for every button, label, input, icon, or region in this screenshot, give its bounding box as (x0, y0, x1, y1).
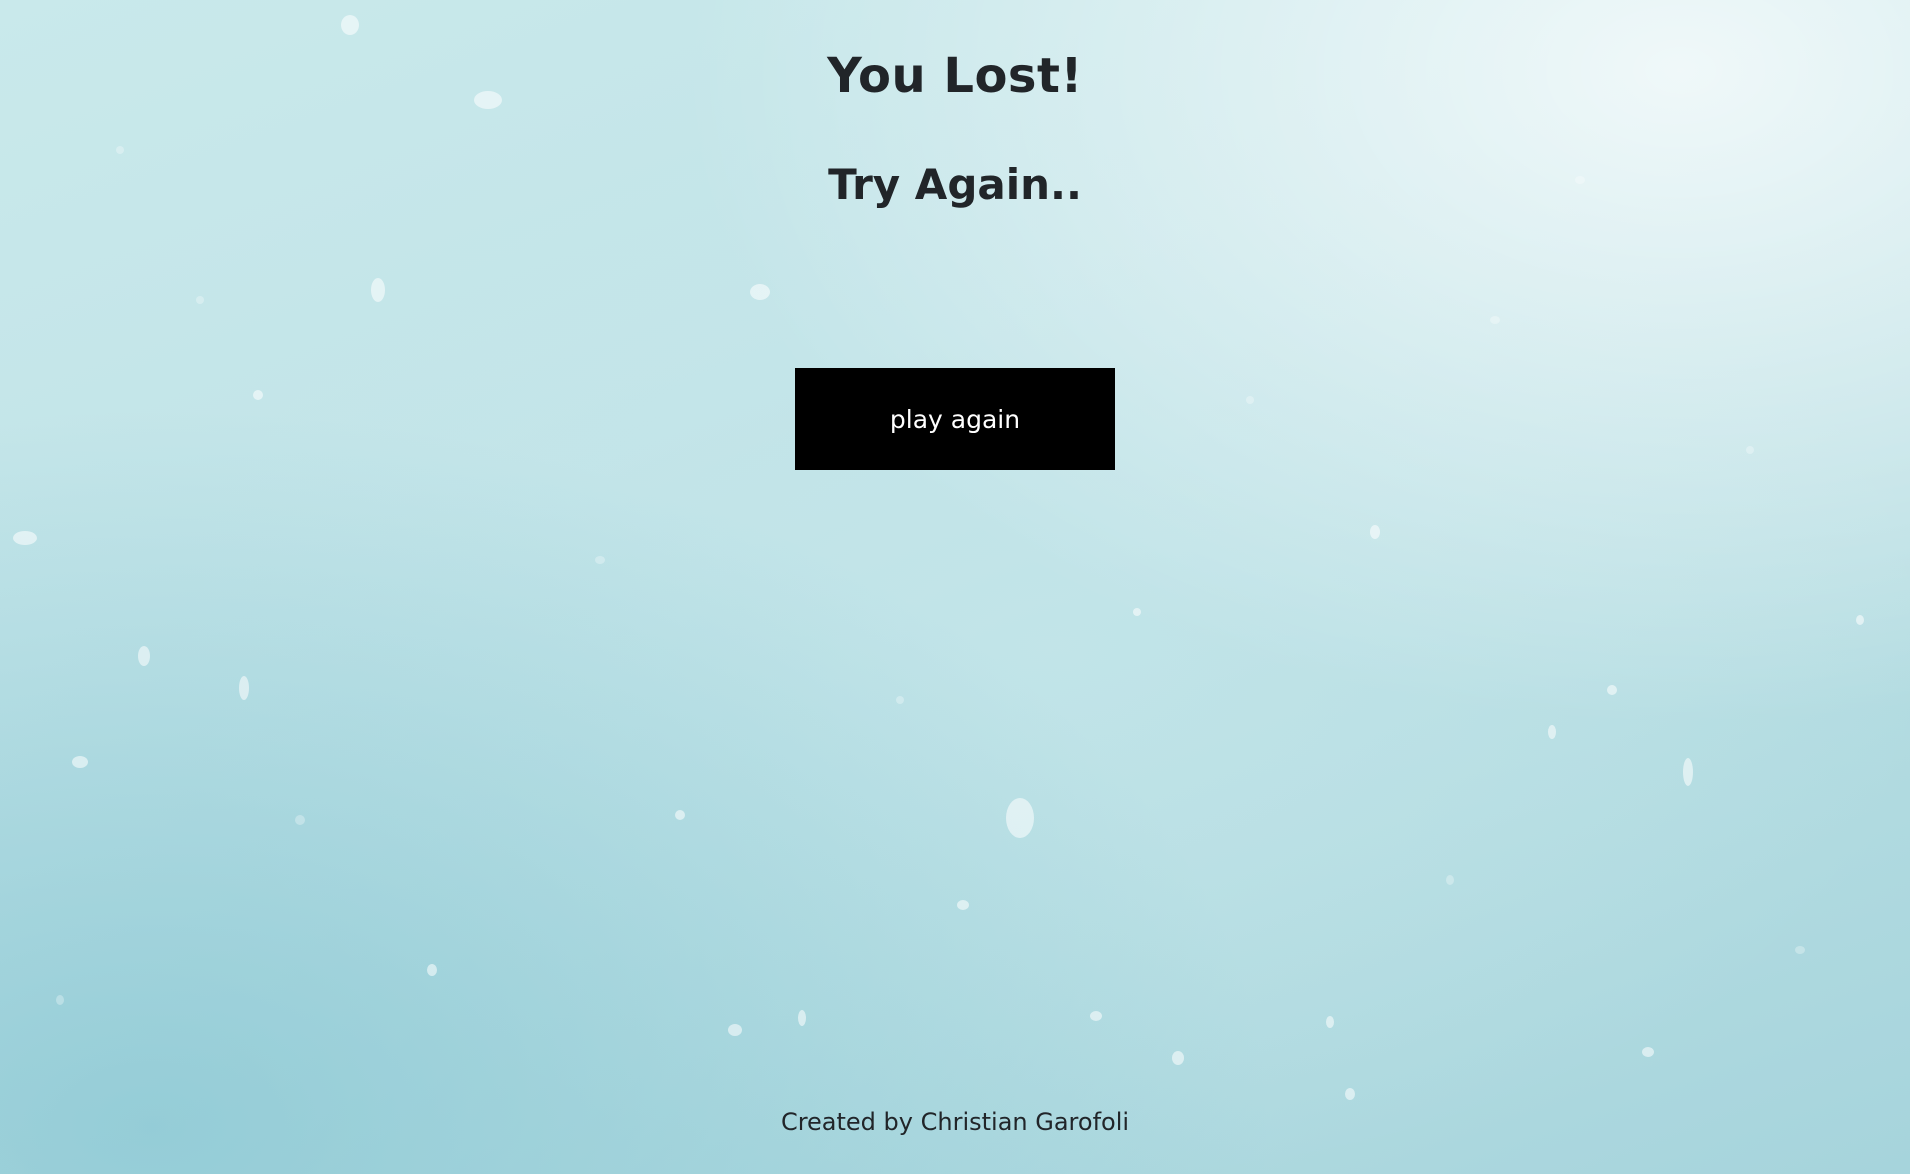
result-subtitle: Try Again.. (828, 160, 1082, 209)
footer-credit: Created by Christian Garofoli (780, 1108, 1130, 1136)
result-title: You Lost! (827, 48, 1083, 104)
play-again-button[interactable]: play again (795, 368, 1115, 470)
game-over-screen: You Lost! Try Again.. play again Created… (0, 0, 1910, 1174)
